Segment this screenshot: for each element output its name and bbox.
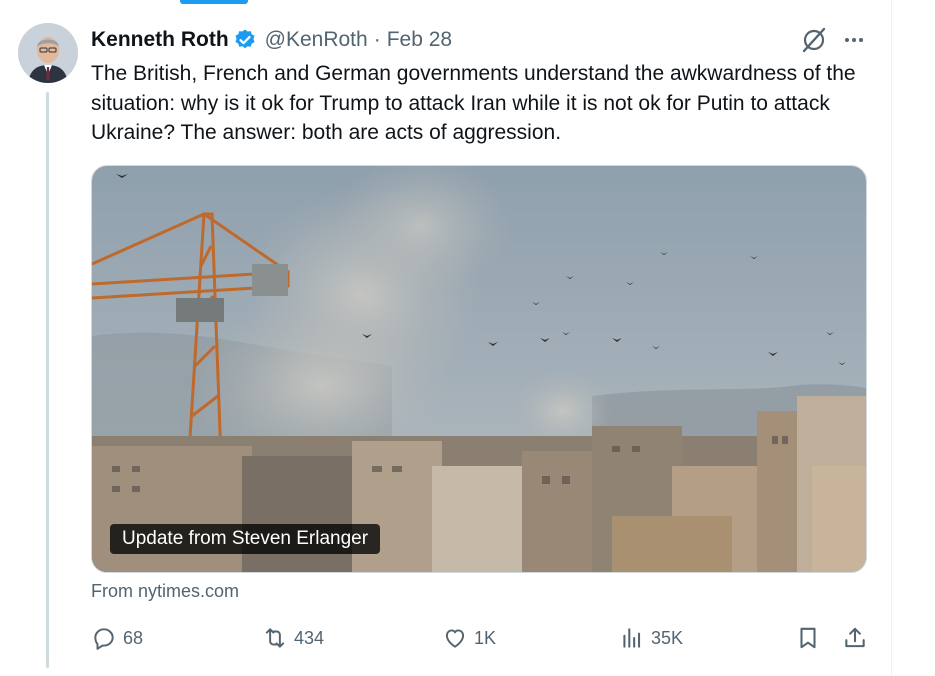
active-tab-indicator xyxy=(180,0,248,4)
more-icon[interactable] xyxy=(838,24,870,56)
grok-icon[interactable] xyxy=(798,24,830,56)
like-count: 1K xyxy=(474,627,497,648)
share-icon xyxy=(842,625,868,651)
avatar-photo xyxy=(18,23,78,83)
media-card[interactable]: Update from Steven Erlanger xyxy=(91,165,867,573)
media-caption: Update from Steven Erlanger xyxy=(110,524,381,554)
bookmark-button[interactable] xyxy=(795,622,821,654)
verified-badge-icon[interactable] xyxy=(233,28,257,52)
tweet-text: The British, French and German governmen… xyxy=(91,62,856,144)
repost-icon xyxy=(262,625,288,651)
action-bar: 68 434 1K 35K xyxy=(91,622,871,654)
views-button[interactable]: 35K xyxy=(619,622,683,654)
reply-icon xyxy=(91,625,117,651)
like-icon xyxy=(442,625,468,651)
author-name[interactable]: Kenneth Roth xyxy=(91,28,229,52)
repost-button[interactable]: 434 xyxy=(262,622,324,654)
share-button[interactable] xyxy=(842,622,868,654)
reply-button[interactable]: 68 xyxy=(91,622,143,654)
author-handle[interactable]: @KenRoth xyxy=(265,28,368,52)
views-icon xyxy=(619,625,645,651)
tweet-header: Kenneth Roth @KenRoth · Feb 28 xyxy=(91,26,452,54)
repost-count: 434 xyxy=(294,627,325,648)
link-source[interactable]: From nytimes.com xyxy=(91,581,239,602)
reply-count: 68 xyxy=(123,627,144,648)
separator-dot: · xyxy=(373,28,381,51)
views-count: 35K xyxy=(651,627,684,648)
news-photo xyxy=(92,166,866,572)
tweet-date[interactable]: Feb 28 xyxy=(387,28,452,52)
like-button[interactable]: 1K xyxy=(442,622,496,654)
column-divider xyxy=(891,0,892,676)
thread-line xyxy=(46,92,49,668)
bookmark-icon xyxy=(795,625,821,651)
author-avatar[interactable] xyxy=(18,23,78,83)
